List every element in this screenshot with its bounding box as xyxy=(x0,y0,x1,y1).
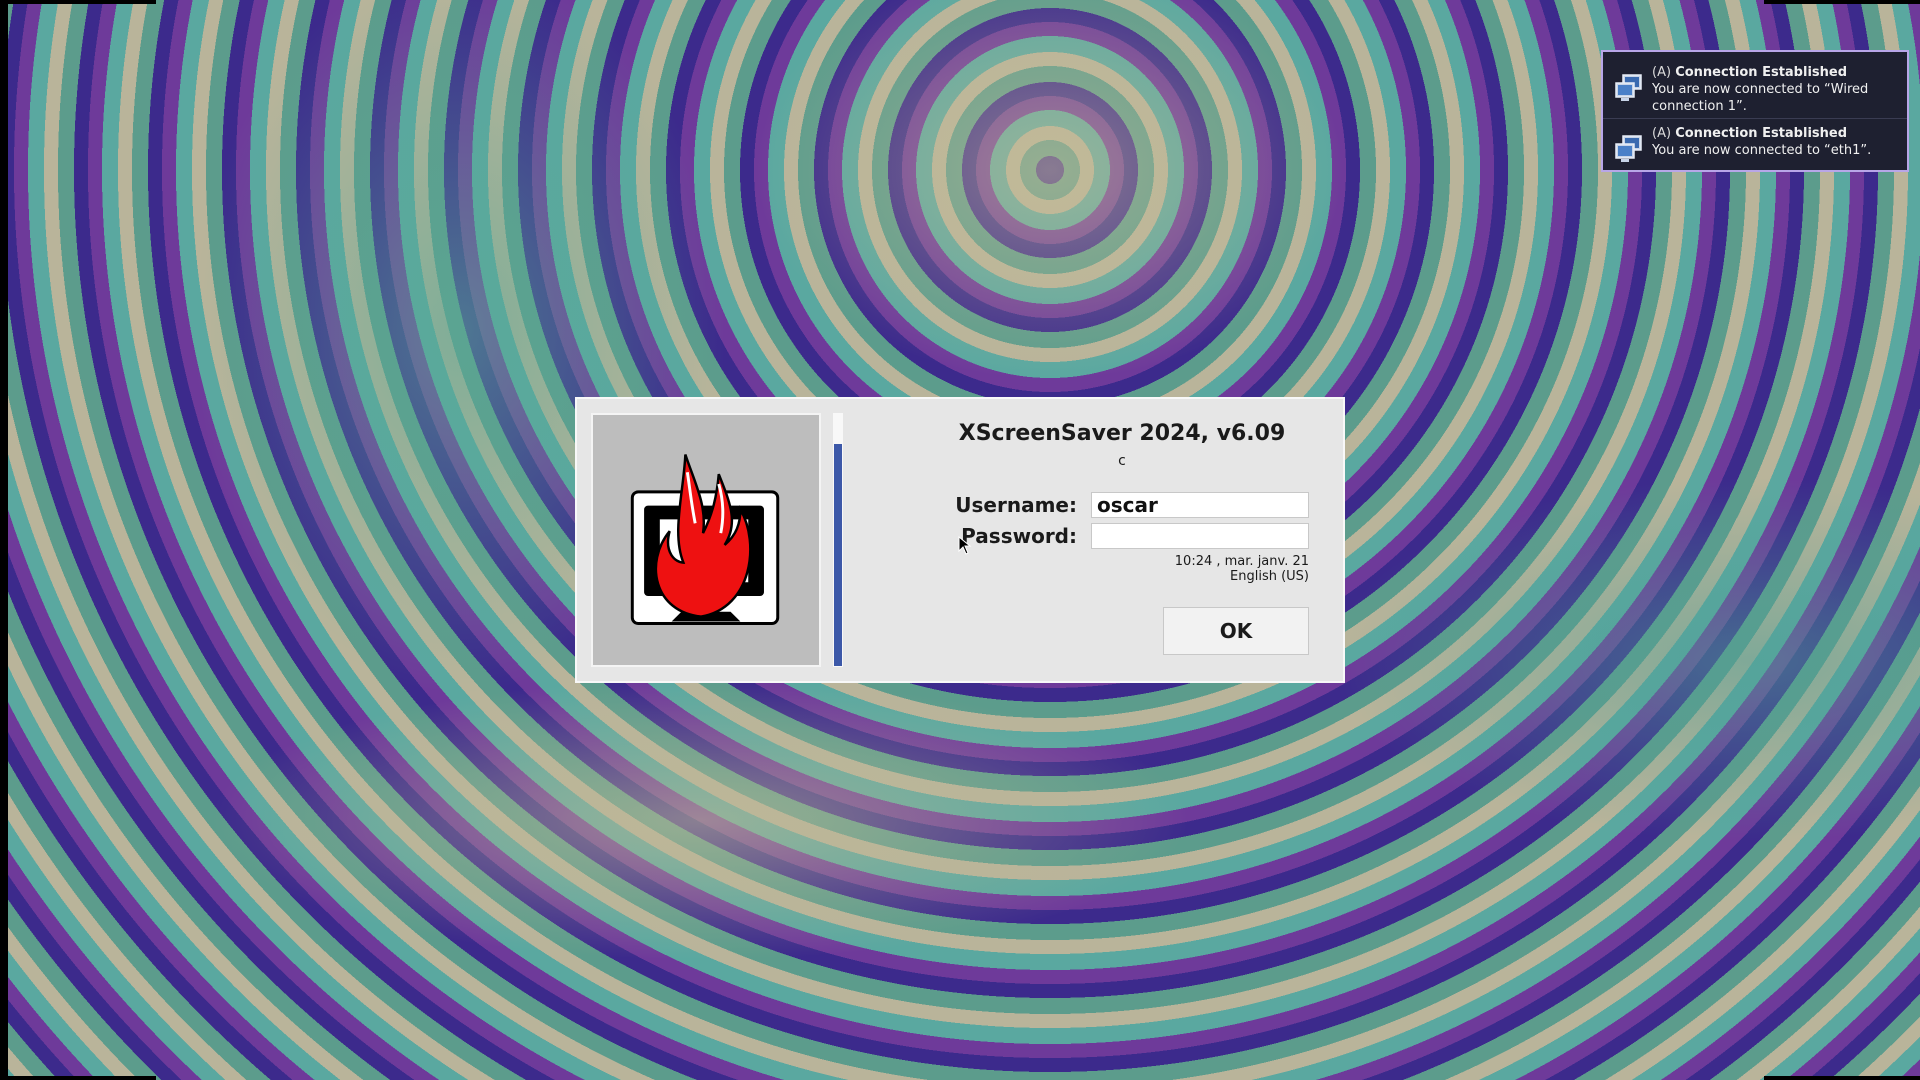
screen-corner-top-left xyxy=(0,0,8,1080)
notification-text: (A) Connection Established You are now c… xyxy=(1652,64,1902,115)
password-label: Password: xyxy=(961,524,1077,548)
ok-button[interactable]: OK xyxy=(1163,607,1309,655)
screen-corner-top-bar-left xyxy=(0,0,156,4)
notification-divider xyxy=(1603,118,1907,119)
logo-panel xyxy=(591,413,821,667)
notification-app: (A) xyxy=(1652,126,1672,141)
mouse-pointer-icon xyxy=(958,536,972,555)
screen-corner-top-bar-right xyxy=(1764,0,1920,4)
keyboard-layout-text: English (US) xyxy=(1230,569,1309,584)
password-field[interactable] xyxy=(1091,523,1309,549)
dialog-title: XScreenSaver 2024, v6.09 xyxy=(958,421,1286,446)
username-label: Username: xyxy=(955,493,1077,517)
notification-body-line1: You are now connected to “Wired xyxy=(1652,82,1869,97)
xscreensaver-flaming-monitor-icon xyxy=(630,454,780,625)
notification-stack: (A) Connection Established You are now c… xyxy=(1601,50,1909,172)
notification-body-line2: connection 1”. xyxy=(1652,99,1747,114)
timeout-progress-bar xyxy=(833,413,843,667)
network-computer-icon xyxy=(1615,74,1642,101)
notification-title: Connection Established xyxy=(1675,65,1848,80)
notification-text: (A) Connection Established You are now c… xyxy=(1652,125,1902,159)
screen-corner-bottom-bar-right xyxy=(1764,1076,1920,1080)
notification-body-line1: You are now connected to “eth1”. xyxy=(1652,143,1872,158)
notification-app: (A) xyxy=(1652,65,1672,80)
notification-item[interactable]: (A) Connection Established You are now c… xyxy=(1603,125,1907,183)
dialog-subtitle: c xyxy=(1118,453,1126,469)
username-field[interactable]: oscar xyxy=(1091,492,1309,518)
datetime-text: 10:24 , mar. janv. 21 xyxy=(1174,554,1309,569)
network-computer-icon xyxy=(1615,135,1642,162)
screen-corner-bottom-bar-left xyxy=(0,1076,156,1080)
notification-item[interactable]: (A) Connection Established You are now c… xyxy=(1603,58,1907,114)
notification-title: Connection Established xyxy=(1675,126,1848,141)
timeout-progress-fill xyxy=(834,444,842,666)
